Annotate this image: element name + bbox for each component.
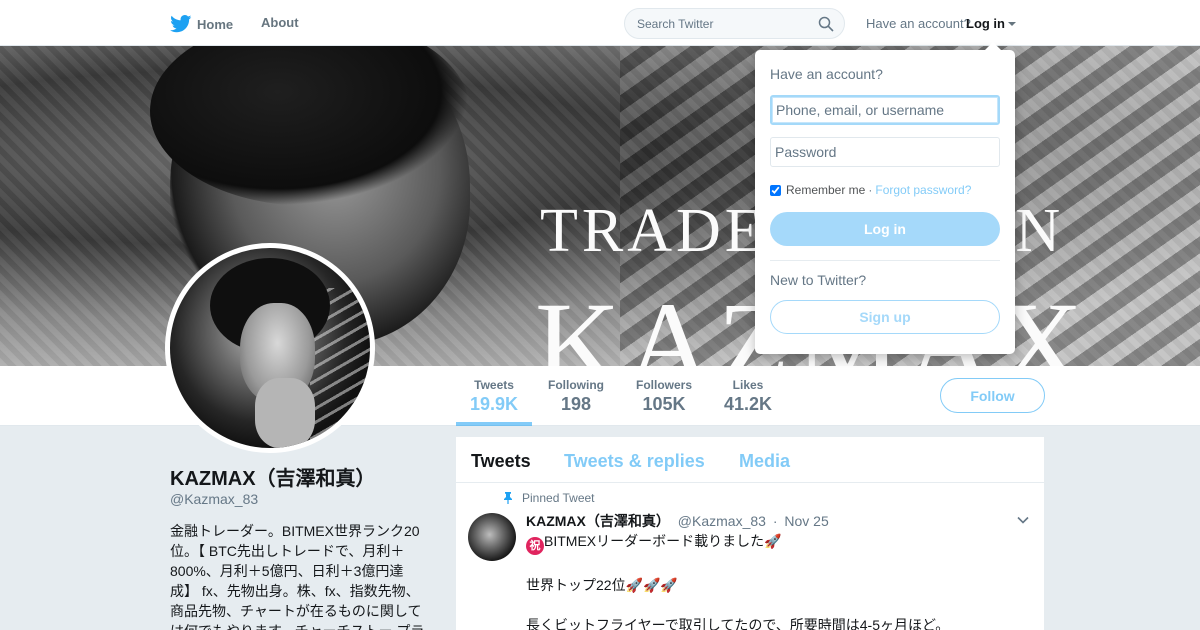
tweet-author-handle[interactable]: @Kazmax_83 [678,513,766,529]
tweet-header: KAZMAX（吉澤和真） @Kazmax_83 · Nov 25 [526,511,829,531]
stat-likes[interactable]: Likes 41.2K [724,378,772,415]
nav-about-link[interactable]: About [261,15,299,30]
tab-media[interactable]: Media [739,451,790,472]
password-field[interactable] [770,137,1000,167]
stat-value: 19.9K [470,394,519,414]
remember-separator: · [868,183,873,197]
username-field[interactable] [770,95,1000,125]
tweet-author-name[interactable]: KAZMAX（吉澤和真） [526,513,670,529]
login-dropdown-toggle[interactable]: Log in [966,16,1016,31]
tweet-separator: · [772,513,778,529]
chevron-down-icon[interactable] [1016,513,1030,527]
stat-label: Followers [636,378,693,392]
pinned-label: Pinned Tweet [503,491,595,505]
new-to-twitter-text: New to Twitter? [770,272,867,288]
tweet-line: 世界トップ22位🚀🚀🚀 [526,577,678,593]
timeline: Tweets Tweets & replies Media Pinned Twe… [456,437,1044,630]
login-link-label: Log in [966,16,1005,31]
stat-following[interactable]: Following 198 [548,378,604,415]
stat-label: Likes [732,378,764,392]
stat-value: 41.2K [724,394,773,414]
forgot-password-link[interactable]: Forgot password? [875,183,971,197]
login-button[interactable]: Log in [770,212,1000,246]
remember-me-checkbox[interactable] [770,184,781,196]
follow-button[interactable]: Follow [940,378,1045,413]
tweet-avatar[interactable] [468,513,516,561]
search-box[interactable] [624,8,845,39]
signup-button[interactable]: Sign up [770,300,1000,334]
remember-me-label[interactable]: Remember me [786,183,865,197]
search-input[interactable] [625,9,800,38]
divider [770,260,1000,261]
stat-value: 105K [642,394,686,414]
search-icon[interactable] [818,16,834,32]
tweet-line: 祝 BITMEXリーダーボード載りました🚀 [526,531,1026,555]
remember-row: Remember me · Forgot password? [770,183,971,197]
timeline-tabs: Tweets Tweets & replies Media [456,437,1044,483]
profile-name[interactable]: KAZMAX（吉澤和真） [170,462,376,491]
stat-label: Tweets [474,378,514,392]
stat-tweets[interactable]: Tweets 19.9K [455,378,533,426]
profile-bio: 金融トレーダー。BITMEX世界ランク20位。【 BTC先出しトレードで、月利＋… [170,523,424,630]
pin-icon [504,492,512,504]
twitter-bird-icon [170,15,192,33]
caret-down-icon [1008,21,1016,26]
stat-followers[interactable]: Followers 105K [636,378,692,415]
tab-tweets-and-replies[interactable]: Tweets & replies [564,451,705,472]
pinned-text: Pinned Tweet [522,491,595,505]
top-nav-bar: Home About Have an account? Log in [0,0,1200,46]
tweet-line: 長くビットフライヤーで取引してたので、所要時間は4-5ヶ月ほど。 [526,617,950,630]
celebration-badge-icon: 祝 [526,537,544,555]
stat-value: 198 [560,394,592,414]
login-dropdown-title: Have an account? [770,66,883,82]
have-account-text: Have an account? [866,16,971,31]
tab-tweets[interactable]: Tweets [471,451,531,472]
tweet-date[interactable]: Nov 25 [784,513,828,529]
login-dropdown: Have an account? Remember me · Forgot pa… [755,42,1015,354]
tweet-text: 祝 BITMEXリーダーボード載りました🚀 世界トップ22位🚀🚀🚀 長くビットフラ… [526,531,1026,630]
nav-home-label: Home [197,16,234,32]
nav-home-link[interactable]: Home [170,15,233,33]
profile-avatar[interactable] [165,243,375,453]
stat-label: Following [548,378,604,392]
profile-handle[interactable]: @Kazmax_83 [170,491,258,507]
